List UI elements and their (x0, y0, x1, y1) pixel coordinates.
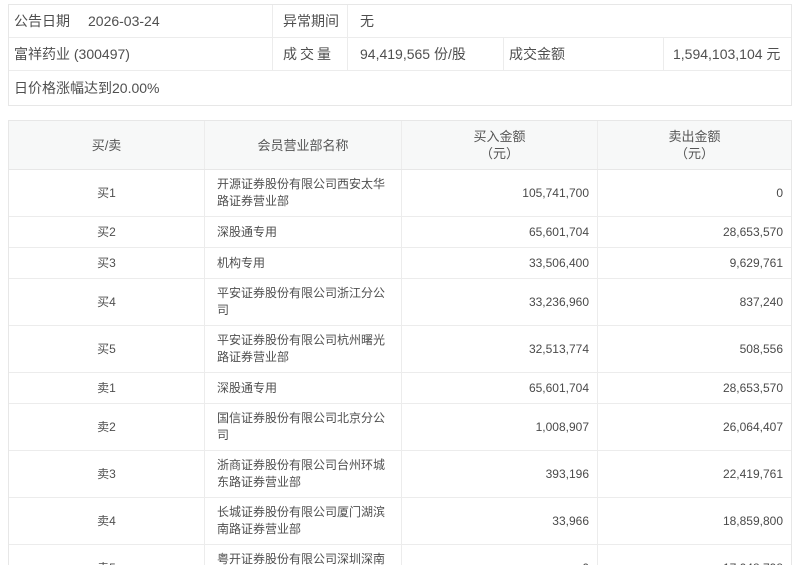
row-side: 买4 (97, 294, 116, 309)
volume-label: 成交量 (283, 46, 334, 62)
abnormal-reason: 日价格涨幅达到20.00% (14, 80, 160, 96)
row-sell-amount: 837,240 (597, 279, 791, 325)
turnover-label: 成交金额 (503, 38, 663, 70)
row-side: 卖1 (97, 380, 116, 395)
row-broker-name: 平安证券股份有限公司杭州曙光路证券营业部 (204, 326, 401, 372)
row-buy-amount: 32,513,774 (401, 326, 597, 372)
turnover-value: 1,594,103,104 元 (663, 38, 791, 70)
table-row: 买2 深股通专用 65,601,704 28,653,570 (9, 216, 791, 247)
row-buy-amount: 105,741,700 (401, 170, 597, 216)
row-sell-amount: 18,859,800 (597, 498, 791, 544)
stock-name: 富祥药业 (300497) (14, 46, 130, 62)
col-header-side: 买/卖 (91, 137, 122, 153)
row-buy-amount: 65,601,704 (401, 217, 597, 247)
announce-date-value: 2026-03-24 (88, 13, 160, 29)
row-buy-amount: 393,196 (401, 451, 597, 497)
table-row: 买5 平安证券股份有限公司杭州曙光路证券营业部 32,513,774 508,5… (9, 325, 791, 372)
row-buy-amount: 33,506,400 (401, 248, 597, 278)
row-buy-amount: 65,601,704 (401, 373, 597, 403)
abnormal-period-label: 异常期间 (272, 5, 348, 37)
broker-table-header: 买/卖 会员营业部名称 买入金额 （元） 卖出金额 （元） (9, 121, 791, 170)
table-row: 卖5 粤开证券股份有限公司深圳深南大道证券营业部 0 17,048,798 (9, 544, 791, 565)
row-sell-amount: 9,629,761 (597, 248, 791, 278)
table-row: 买1 开源证券股份有限公司西安太华路证券营业部 105,741,700 0 (9, 170, 791, 216)
info-row-announcement: 公告日期 2026-03-24 异常期间 无 (9, 5, 791, 38)
row-sell-amount: 26,064,407 (597, 404, 791, 450)
row-sell-amount: 17,048,798 (597, 545, 791, 565)
row-broker-name: 浙商证券股份有限公司台州环城东路证券营业部 (204, 451, 401, 497)
volume-value: 94,419,565 份/股 (360, 46, 466, 62)
broker-table-body: 买1 开源证券股份有限公司西安太华路证券营业部 105,741,700 0 买2… (9, 170, 791, 565)
row-side: 卖3 (97, 466, 116, 481)
row-broker-name: 开源证券股份有限公司西安太华路证券营业部 (204, 170, 401, 216)
row-buy-amount: 33,966 (401, 498, 597, 544)
stock-info-panel: 公告日期 2026-03-24 异常期间 无 富祥药业 (300497) 成交量… (8, 4, 792, 106)
row-buy-amount: 0 (401, 545, 597, 565)
row-sell-amount: 508,556 (597, 326, 791, 372)
row-broker-name: 平安证券股份有限公司浙江分公司 (204, 279, 401, 325)
row-sell-amount: 22,419,761 (597, 451, 791, 497)
table-row: 卖4 长城证券股份有限公司厦门湖滨南路证券营业部 33,966 18,859,8… (9, 497, 791, 544)
announce-date-label: 公告日期 (14, 13, 70, 29)
row-sell-amount: 28,653,570 (597, 373, 791, 403)
row-broker-name: 粤开证券股份有限公司深圳深南大道证券营业部 (204, 545, 401, 565)
row-side: 卖4 (97, 513, 116, 528)
col-header-broker: 会员营业部名称 (204, 121, 401, 169)
row-side: 买1 (97, 185, 116, 200)
abnormal-period-value: 无 (360, 13, 374, 29)
table-row: 卖3 浙商证券股份有限公司台州环城东路证券营业部 393,196 22,419,… (9, 450, 791, 497)
row-side: 买3 (97, 255, 116, 270)
table-row: 卖2 国信证券股份有限公司北京分公司 1,008,907 26,064,407 (9, 403, 791, 450)
info-row-stock: 富祥药业 (300497) 成交量 94,419,565 份/股 成交金额 1,… (9, 38, 791, 71)
table-row: 买4 平安证券股份有限公司浙江分公司 33,236,960 837,240 (9, 278, 791, 325)
table-row: 卖1 深股通专用 65,601,704 28,653,570 (9, 372, 791, 403)
col-header-buy-amount: 买入金额 （元） (401, 121, 597, 169)
row-side: 卖2 (97, 419, 116, 434)
table-row: 买3 机构专用 33,506,400 9,629,761 (9, 247, 791, 278)
col-header-sell-amount: 卖出金额 （元） (597, 121, 791, 169)
row-broker-name: 深股通专用 (204, 373, 401, 403)
row-broker-name: 长城证券股份有限公司厦门湖滨南路证券营业部 (204, 498, 401, 544)
row-side: 买5 (97, 341, 116, 356)
info-row-reason: 日价格涨幅达到20.00% (9, 71, 791, 105)
row-sell-amount: 0 (597, 170, 791, 216)
row-buy-amount: 33,236,960 (401, 279, 597, 325)
row-broker-name: 深股通专用 (204, 217, 401, 247)
page: 公告日期 2026-03-24 异常期间 无 富祥药业 (300497) 成交量… (0, 0, 800, 565)
broker-table: 买/卖 会员营业部名称 买入金额 （元） 卖出金额 （元） 买1 开源证券股份有… (8, 120, 792, 565)
row-broker-name: 国信证券股份有限公司北京分公司 (204, 404, 401, 450)
row-side: 买2 (97, 224, 116, 239)
row-broker-name: 机构专用 (204, 248, 401, 278)
row-sell-amount: 28,653,570 (597, 217, 791, 247)
row-buy-amount: 1,008,907 (401, 404, 597, 450)
row-side: 卖5 (9, 545, 204, 565)
